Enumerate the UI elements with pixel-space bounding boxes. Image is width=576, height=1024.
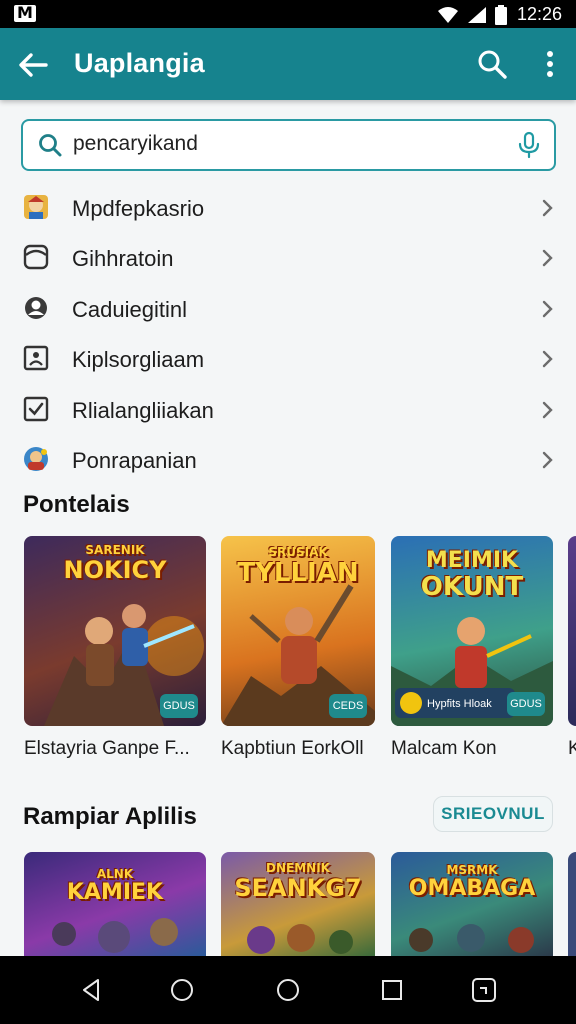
game-card[interactable]: SRUSIAK TYLLIAN CEDS Kapbtiun EorkOll [221, 536, 375, 766]
category-item[interactable]: Caduiegitinl [0, 284, 576, 334]
game-thumbnail: ALNK KAMIEK [24, 852, 206, 956]
rating-badge: CEDS [329, 694, 367, 718]
game-thumbnail [568, 536, 576, 726]
wifi-icon [437, 6, 458, 23]
game-thumbnail: SARENIK NOKICY GDUS [24, 536, 206, 726]
battery-icon [494, 4, 507, 25]
category-label: Rlialangliiakan [72, 397, 214, 423]
chevron-right-icon [542, 350, 553, 368]
assistant-icon[interactable] [274, 976, 302, 1004]
category-item[interactable]: Kiplsorgliaam [0, 334, 576, 384]
game-card[interactable]: K [568, 536, 576, 766]
search-icon[interactable] [476, 48, 508, 80]
game-card[interactable]: DNEMNIK SEANKG7 [221, 852, 375, 956]
chevron-right-icon [542, 451, 553, 469]
game-name: K [568, 738, 576, 759]
see-all-button[interactable]: SRIEOVNUL [433, 796, 553, 832]
rating-badge: GDUS [160, 694, 198, 718]
game-card[interactable]: ALNK KAMIEK [24, 852, 206, 956]
category-item[interactable]: Ponrapanian [0, 435, 576, 485]
screenshot-icon[interactable] [470, 976, 498, 1004]
back-icon[interactable] [78, 976, 106, 1004]
chevron-right-icon [542, 250, 553, 267]
search-icon [39, 134, 62, 157]
status-bar: M 12:26 [0, 0, 576, 28]
navigation-bar [0, 956, 576, 1024]
category-item[interactable]: Mpdfepkasrio [0, 183, 576, 233]
more-vert-icon[interactable] [534, 48, 566, 80]
gmail-icon: M [14, 3, 36, 22]
chevron-right-icon [542, 199, 553, 217]
game-card[interactable] [568, 852, 576, 956]
category-label: Kiplsorgliaam [72, 347, 205, 373]
game-avatar-icon [24, 446, 48, 471]
search-field[interactable] [21, 119, 556, 171]
game-card[interactable]: SARENIK NOKICY GDUS Elstayria Ganpe F... [24, 536, 206, 766]
category-label: Caduiegitinl [72, 296, 187, 322]
category-list: Mpdfepkasrio Gihhratoin Caduiegitinl Kip… [0, 183, 576, 485]
game-name: Malcam Kon [391, 738, 497, 759]
category-item[interactable]: Rlialangliiakan [0, 385, 576, 435]
image-icon [23, 345, 49, 371]
section-title-recommended: Rampiar Aplilis [23, 803, 197, 830]
back-arrow-icon[interactable] [16, 48, 50, 82]
game-tag: Hypfits Hloak [427, 698, 492, 710]
section-title-featured: Pontelais [23, 491, 130, 518]
account-icon [25, 296, 47, 319]
home-icon[interactable] [168, 976, 196, 1004]
checkbox-icon [23, 396, 49, 421]
signal-icon [467, 6, 486, 23]
category-label: Ponrapanian [72, 447, 197, 473]
game-character-icon [24, 195, 48, 219]
game-name: Kapbtiun EorkOll [221, 738, 364, 759]
game-thumbnail: MSRMK OMABAGA [391, 852, 553, 956]
category-label: Gihhratoin [72, 246, 174, 272]
game-thumbnail: SRUSIAK TYLLIAN CEDS [221, 536, 375, 726]
mic-icon[interactable] [514, 130, 544, 160]
search-input[interactable] [73, 129, 493, 159]
game-thumbnail: MEIMIK OKUNT Hypfits Hloak GDUS [391, 536, 553, 726]
game-thumbnail [568, 852, 576, 956]
category-label: Mpdfepkasrio [72, 196, 205, 221]
game-name: Elstayria Ganpe F... [24, 738, 190, 759]
rating-badge: GDUS [507, 692, 545, 716]
app-title: Uaplangia [74, 48, 205, 78]
clock: 12:26 [516, 4, 562, 24]
recents-icon[interactable] [378, 976, 406, 1004]
app-bar: Uaplangia [0, 28, 576, 100]
chevron-right-icon [542, 401, 553, 418]
game-card[interactable]: MSRMK OMABAGA [391, 852, 553, 956]
category-item[interactable]: Gihhratoin [0, 233, 576, 283]
game-thumbnail: DNEMNIK SEANKG7 [221, 852, 375, 956]
shield-icon [23, 245, 49, 270]
game-card[interactable]: MEIMIK OKUNT Hypfits Hloak GDUS Malcam K… [391, 536, 553, 766]
chevron-right-icon [542, 300, 553, 317]
